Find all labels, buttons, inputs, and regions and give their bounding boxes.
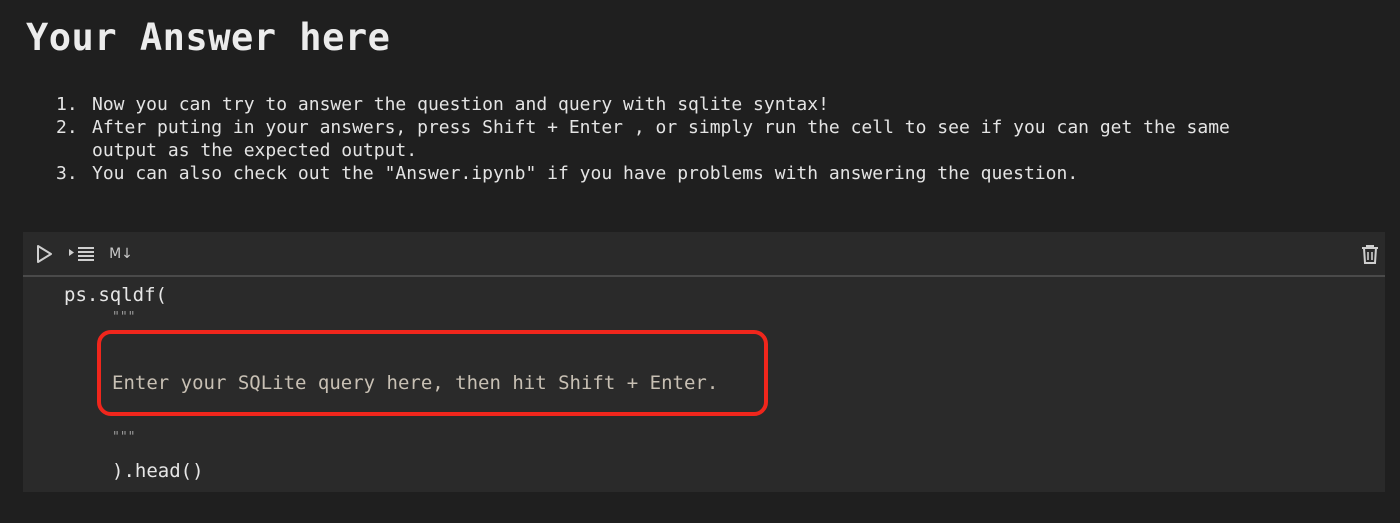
cell-toolbar: M↓	[23, 232, 1385, 277]
instruction-text-continued: output as the expected output.	[92, 140, 418, 161]
play-icon[interactable]	[33, 242, 55, 266]
instruction-number: 2.	[56, 117, 78, 138]
instruction-text: You can also check out the "Answer.ipynb…	[92, 163, 1079, 184]
run-below-icon[interactable]	[67, 242, 97, 266]
instruction-text: Now you can try to answer the question a…	[92, 94, 829, 115]
instruction-number: 3.	[56, 163, 78, 184]
instruction-list: 1. Now you can try to answer the questio…	[56, 93, 1356, 185]
instruction-item: 2. After puting in your answers, press S…	[56, 116, 1356, 162]
sql-query-placeholder[interactable]: Enter your SQLite query here, then hit S…	[112, 372, 718, 394]
code-line-head[interactable]: ).head()	[112, 460, 204, 482]
trash-icon[interactable]	[1359, 242, 1381, 266]
code-close-quotes[interactable]: """	[112, 430, 135, 445]
instruction-item: 1. Now you can try to answer the questio…	[56, 93, 1356, 116]
markdown-toggle-button[interactable]: M↓	[109, 242, 133, 266]
instruction-item: 3. You can also check out the "Answer.ip…	[56, 162, 1356, 185]
instruction-text: After puting in your answers, press Shif…	[92, 117, 1230, 138]
page-title: Your Answer here	[26, 16, 391, 59]
code-open-quotes[interactable]: """	[112, 310, 135, 325]
instruction-number: 1.	[56, 94, 78, 115]
code-cell[interactable]: M↓ ps.sqldf( """ Enter your SQLite query…	[23, 232, 1385, 492]
code-line-call[interactable]: ps.sqldf(	[64, 284, 167, 306]
